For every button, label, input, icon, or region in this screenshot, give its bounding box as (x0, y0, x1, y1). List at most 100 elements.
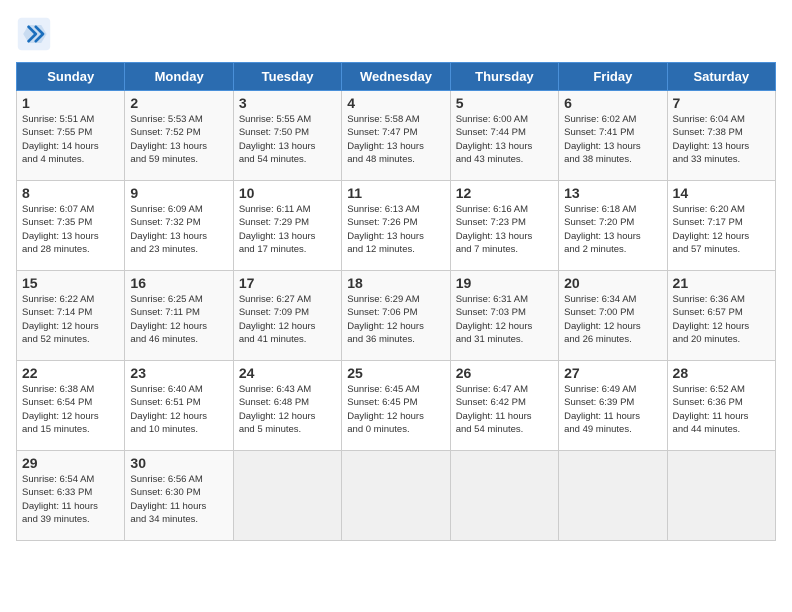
calendar-cell: 26 Sunrise: 6:47 AM Sunset: 6:42 PM Dayli… (450, 361, 558, 451)
day-info: Sunrise: 6:02 AM Sunset: 7:41 PM Dayligh… (564, 113, 661, 166)
day-info: Sunrise: 6:27 AM Sunset: 7:09 PM Dayligh… (239, 293, 336, 346)
day-number: 16 (130, 275, 227, 291)
day-number: 30 (130, 455, 227, 471)
calendar-header: SundayMondayTuesdayWednesdayThursdayFrid… (17, 63, 776, 91)
day-info: Sunrise: 6:54 AM Sunset: 6:33 PM Dayligh… (22, 473, 119, 526)
day-info: Sunrise: 6:40 AM Sunset: 6:51 PM Dayligh… (130, 383, 227, 436)
calendar-cell: 17Sunrise: 6:27 AM Sunset: 7:09 PM Dayli… (233, 271, 341, 361)
day-number: 4 (347, 95, 444, 111)
weekday-header: Wednesday (342, 63, 450, 91)
calendar-cell (559, 451, 667, 541)
day-info: Sunrise: 6:36 AM Sunset: 6:57 PM Dayligh… (673, 293, 770, 346)
calendar-cell: 12 Sunrise: 6:16 AM Sunset: 7:23 PM Dayli… (450, 181, 558, 271)
day-number: 11 (347, 185, 444, 201)
logo (16, 16, 58, 52)
page-header (16, 16, 776, 52)
day-info: Sunrise: 6:45 AM Sunset: 6:45 PM Dayligh… (347, 383, 444, 436)
calendar-cell: 18 Sunrise: 6:29 AM Sunset: 7:06 PM Dayli… (342, 271, 450, 361)
day-info: Sunrise: 6:29 AM Sunset: 7:06 PM Dayligh… (347, 293, 444, 346)
day-info: Sunrise: 6:20 AM Sunset: 7:17 PM Dayligh… (673, 203, 770, 256)
calendar-cell: 23 Sunrise: 6:40 AM Sunset: 6:51 PM Dayli… (125, 361, 233, 451)
calendar-cell: 21 Sunrise: 6:36 AM Sunset: 6:57 PM Dayli… (667, 271, 775, 361)
day-info: Sunrise: 6:56 AM Sunset: 6:30 PM Dayligh… (130, 473, 227, 526)
calendar-cell: 1Sunrise: 5:51 AM Sunset: 7:55 PM Daylig… (17, 91, 125, 181)
day-info: Sunrise: 6:18 AM Sunset: 7:20 PM Dayligh… (564, 203, 661, 256)
calendar-cell: 29 Sunrise: 6:54 AM Sunset: 6:33 PM Dayli… (17, 451, 125, 541)
day-info: Sunrise: 6:31 AM Sunset: 7:03 PM Dayligh… (456, 293, 553, 346)
day-info: Sunrise: 6:04 AM Sunset: 7:38 PM Dayligh… (673, 113, 770, 166)
day-info: Sunrise: 6:47 AM Sunset: 6:42 PM Dayligh… (456, 383, 553, 436)
day-number: 28 (673, 365, 770, 381)
day-number: 15 (22, 275, 119, 291)
day-info: Sunrise: 6:22 AM Sunset: 7:14 PM Dayligh… (22, 293, 119, 346)
weekday-row: SundayMondayTuesdayWednesdayThursdayFrid… (17, 63, 776, 91)
calendar-cell (233, 451, 341, 541)
logo-icon (16, 16, 52, 52)
day-number: 12 (456, 185, 553, 201)
calendar-cell: 20 Sunrise: 6:34 AM Sunset: 7:00 PM Dayli… (559, 271, 667, 361)
day-number: 26 (456, 365, 553, 381)
day-number: 19 (456, 275, 553, 291)
day-info: Sunrise: 6:34 AM Sunset: 7:00 PM Dayligh… (564, 293, 661, 346)
day-number: 24 (239, 365, 336, 381)
day-info: Sunrise: 6:07 AM Sunset: 7:35 PM Dayligh… (22, 203, 119, 256)
calendar-cell: 22 Sunrise: 6:38 AM Sunset: 6:54 PM Dayli… (17, 361, 125, 451)
day-info: Sunrise: 5:55 AM Sunset: 7:50 PM Dayligh… (239, 113, 336, 166)
calendar-body: 1Sunrise: 5:51 AM Sunset: 7:55 PM Daylig… (17, 91, 776, 541)
calendar-cell: 2Sunrise: 5:53 AM Sunset: 7:52 PM Daylig… (125, 91, 233, 181)
day-info: Sunrise: 6:09 AM Sunset: 7:32 PM Dayligh… (130, 203, 227, 256)
weekday-header: Saturday (667, 63, 775, 91)
calendar-cell: 16 Sunrise: 6:25 AM Sunset: 7:11 PM Dayli… (125, 271, 233, 361)
calendar-week-row: 22 Sunrise: 6:38 AM Sunset: 6:54 PM Dayli… (17, 361, 776, 451)
day-number: 9 (130, 185, 227, 201)
day-number: 1 (22, 95, 119, 111)
calendar-cell (450, 451, 558, 541)
calendar-cell: 5 Sunrise: 6:00 AM Sunset: 7:44 PM Daylig… (450, 91, 558, 181)
day-info: Sunrise: 6:52 AM Sunset: 6:36 PM Dayligh… (673, 383, 770, 436)
day-info: Sunrise: 5:58 AM Sunset: 7:47 PM Dayligh… (347, 113, 444, 166)
calendar-cell: 4 Sunrise: 5:58 AM Sunset: 7:47 PM Daylig… (342, 91, 450, 181)
day-number: 18 (347, 275, 444, 291)
weekday-header: Sunday (17, 63, 125, 91)
calendar-cell: 8 Sunrise: 6:07 AM Sunset: 7:35 PM Daylig… (17, 181, 125, 271)
day-number: 21 (673, 275, 770, 291)
day-info: Sunrise: 6:38 AM Sunset: 6:54 PM Dayligh… (22, 383, 119, 436)
weekday-header: Friday (559, 63, 667, 91)
day-number: 27 (564, 365, 661, 381)
calendar-cell: 9 Sunrise: 6:09 AM Sunset: 7:32 PM Daylig… (125, 181, 233, 271)
day-number: 25 (347, 365, 444, 381)
day-info: Sunrise: 6:11 AM Sunset: 7:29 PM Dayligh… (239, 203, 336, 256)
calendar-cell: 13 Sunrise: 6:18 AM Sunset: 7:20 PM Dayli… (559, 181, 667, 271)
calendar-cell: 6Sunrise: 6:02 AM Sunset: 7:41 PM Daylig… (559, 91, 667, 181)
weekday-header: Tuesday (233, 63, 341, 91)
day-number: 22 (22, 365, 119, 381)
calendar-week-row: 1Sunrise: 5:51 AM Sunset: 7:55 PM Daylig… (17, 91, 776, 181)
calendar-week-row: 15 Sunrise: 6:22 AM Sunset: 7:14 PM Dayli… (17, 271, 776, 361)
day-number: 2 (130, 95, 227, 111)
day-number: 20 (564, 275, 661, 291)
day-info: Sunrise: 6:00 AM Sunset: 7:44 PM Dayligh… (456, 113, 553, 166)
day-info: Sunrise: 6:49 AM Sunset: 6:39 PM Dayligh… (564, 383, 661, 436)
day-number: 14 (673, 185, 770, 201)
calendar-cell: 24 Sunrise: 6:43 AM Sunset: 6:48 PM Dayli… (233, 361, 341, 451)
calendar-cell: 15 Sunrise: 6:22 AM Sunset: 7:14 PM Dayli… (17, 271, 125, 361)
day-number: 29 (22, 455, 119, 471)
calendar-cell: 10 Sunrise: 6:11 AM Sunset: 7:29 PM Dayli… (233, 181, 341, 271)
calendar-cell: 11Sunrise: 6:13 AM Sunset: 7:26 PM Dayli… (342, 181, 450, 271)
calendar-cell: 30 Sunrise: 6:56 AM Sunset: 6:30 PM Dayli… (125, 451, 233, 541)
calendar-cell (667, 451, 775, 541)
weekday-header: Monday (125, 63, 233, 91)
day-number: 23 (130, 365, 227, 381)
day-number: 5 (456, 95, 553, 111)
calendar-table: SundayMondayTuesdayWednesdayThursdayFrid… (16, 62, 776, 541)
day-number: 10 (239, 185, 336, 201)
day-number: 3 (239, 95, 336, 111)
day-number: 13 (564, 185, 661, 201)
day-number: 8 (22, 185, 119, 201)
day-info: Sunrise: 6:43 AM Sunset: 6:48 PM Dayligh… (239, 383, 336, 436)
calendar-week-row: 8 Sunrise: 6:07 AM Sunset: 7:35 PM Daylig… (17, 181, 776, 271)
day-info: Sunrise: 6:25 AM Sunset: 7:11 PM Dayligh… (130, 293, 227, 346)
day-info: Sunrise: 6:16 AM Sunset: 7:23 PM Dayligh… (456, 203, 553, 256)
calendar-cell: 27 Sunrise: 6:49 AM Sunset: 6:39 PM Dayli… (559, 361, 667, 451)
calendar-cell: 3 Sunrise: 5:55 AM Sunset: 7:50 PM Daylig… (233, 91, 341, 181)
